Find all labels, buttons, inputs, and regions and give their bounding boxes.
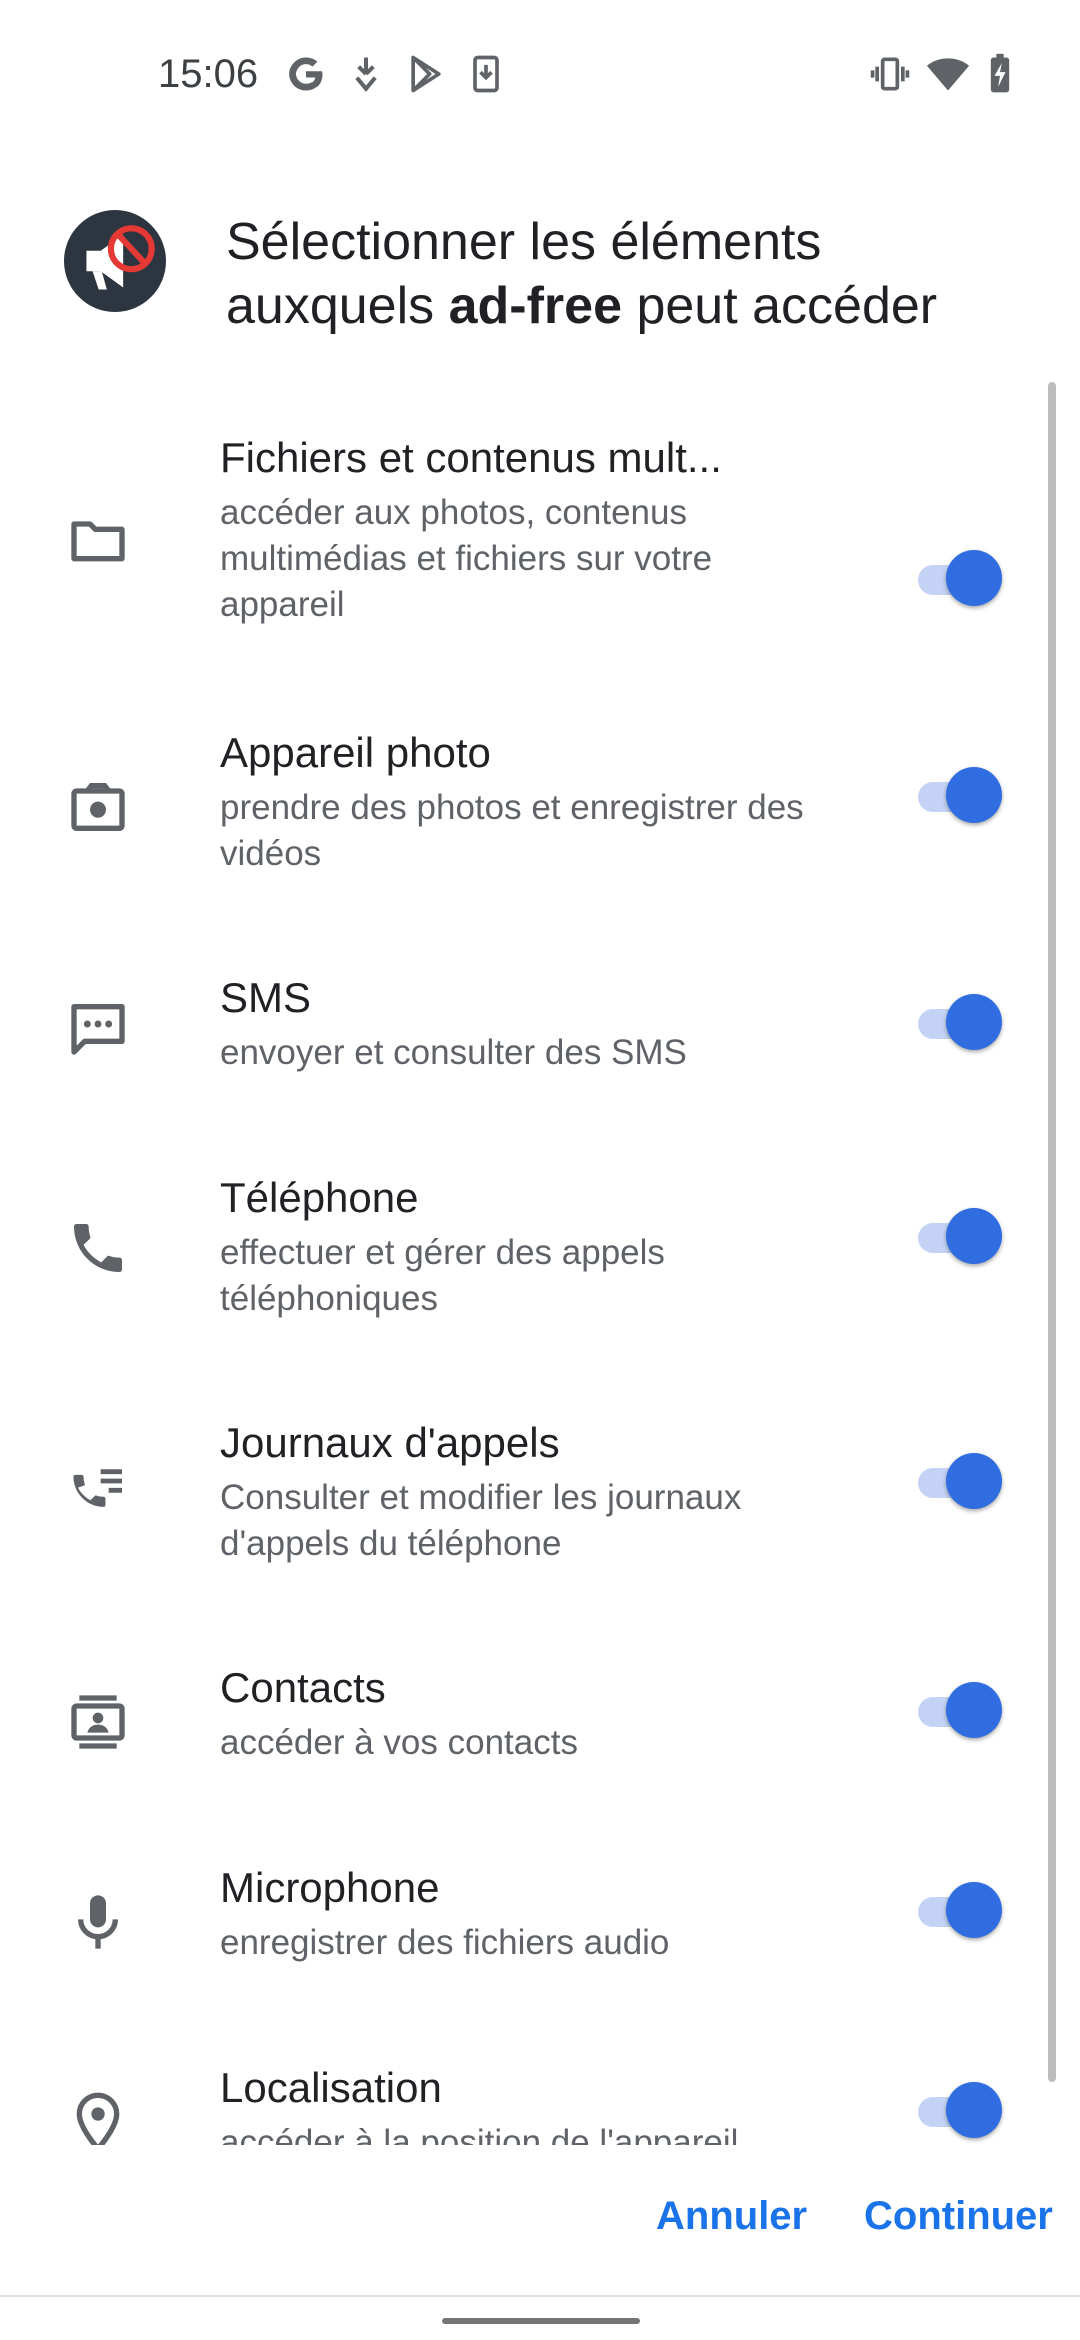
permission-row-phone[interactable]: Téléphone effectuer et gérer des appels … [0, 1170, 1060, 1318]
permission-subtitle: accéder à vos contacts [220, 1723, 578, 1762]
footer-divider [0, 2295, 1080, 2297]
permission-title: Téléphone [220, 1174, 419, 1221]
permission-list[interactable]: Fichiers et contenus mult... accéder aux… [0, 380, 1080, 2145]
permission-title: Fichiers et contenus mult... [220, 434, 722, 481]
call-log-icon [73, 1469, 122, 1507]
permission-title: SMS [220, 974, 312, 1021]
vibrate-icon [870, 57, 910, 91]
permission-title: Appareil photo [220, 729, 491, 776]
location-icon [76, 2092, 120, 2145]
permission-row-camera[interactable]: Appareil photo prendre des photos et enr… [0, 725, 1060, 873]
camera-icon [71, 783, 125, 831]
folder-icon [71, 521, 125, 562]
permission-row-microphone[interactable]: Microphone enregistrer des fichiers audi… [0, 1860, 1060, 1962]
sms-icon [71, 1004, 125, 1055]
call-logs-toggle[interactable] [914, 1451, 1006, 1511]
permission-row-call-logs[interactable]: Journaux d'appels Consulter et modifier … [0, 1415, 1060, 1563]
permission-subtitle: envoyer et consulter des SMS [220, 1033, 687, 1072]
title-prefix: auxquels [226, 277, 449, 335]
permission-subtitle: accéder aux photos, contenus multimédias… [220, 493, 713, 624]
permission-subtitle: effectuer et gérer des appels téléphoniq… [220, 1233, 665, 1318]
battery-charging-icon [990, 53, 1010, 93]
microphone-toggle[interactable] [914, 1880, 1006, 1940]
permission-title: Localisation [220, 2064, 442, 2111]
title-line-2: auxquels ad-free peut accéder [226, 274, 1026, 338]
permission-subtitle: enregistrer des fichiers audio [220, 1923, 670, 1962]
permission-row-contacts[interactable]: Contacts accéder à vos contacts [0, 1660, 1060, 1762]
permission-title: Contacts [220, 1664, 386, 1711]
cancel-button[interactable]: Annuler [656, 2194, 807, 2239]
permission-dialog-header: Sélectionner les éléments auxquels ad-fr… [0, 200, 1080, 360]
permission-row-sms[interactable]: SMS envoyer et consulter des SMS [0, 970, 1060, 1072]
permission-row-location[interactable]: Localisation accéder à la position de l'… [0, 2060, 1060, 2145]
status-time: 15:06 [158, 52, 259, 96]
contacts-icon [71, 1695, 125, 1749]
list-scrollbar[interactable] [1048, 382, 1056, 2082]
permission-subtitle: prendre des photos et enregistrer des vi… [220, 788, 804, 873]
title-app-name: ad-free [448, 277, 623, 335]
permission-subtitle: accéder à la position de l'appareil [220, 2123, 739, 2145]
title-line-1: Sélectionner les éléments [226, 213, 822, 271]
wifi-icon [926, 58, 970, 91]
phone-icon [74, 1224, 122, 1272]
status-bar: 15:06 [0, 0, 1080, 150]
sms-toggle[interactable] [914, 992, 1006, 1052]
files-toggle[interactable] [914, 548, 1006, 608]
contacts-toggle[interactable] [914, 1680, 1006, 1740]
play-store-icon [411, 55, 441, 93]
permission-row-files[interactable]: Fichiers et contenus mult... accéder aux… [0, 430, 1060, 670]
gesture-nav-handle[interactable] [442, 2318, 640, 2324]
ad-free-app-icon [64, 210, 166, 312]
download-arrow-icon [355, 57, 377, 92]
continue-button[interactable]: Continuer [864, 2194, 1053, 2239]
permission-title: Journaux d'appels [220, 1419, 560, 1466]
camera-toggle[interactable] [914, 765, 1006, 825]
title-suffix: peut accéder [622, 277, 938, 335]
phone-toggle[interactable] [914, 1206, 1006, 1266]
permission-title: Microphone [220, 1864, 440, 1911]
permission-subtitle: Consulter et modifier les journaux d'app… [220, 1478, 742, 1563]
google-g-icon [289, 57, 323, 91]
download-box-icon [473, 55, 499, 93]
dialog-footer: Annuler Continuer [0, 2160, 1080, 2280]
microphone-icon [78, 1895, 118, 1949]
location-toggle[interactable] [914, 2080, 1006, 2140]
dialog-title: Sélectionner les éléments auxquels ad-fr… [226, 210, 1026, 338]
